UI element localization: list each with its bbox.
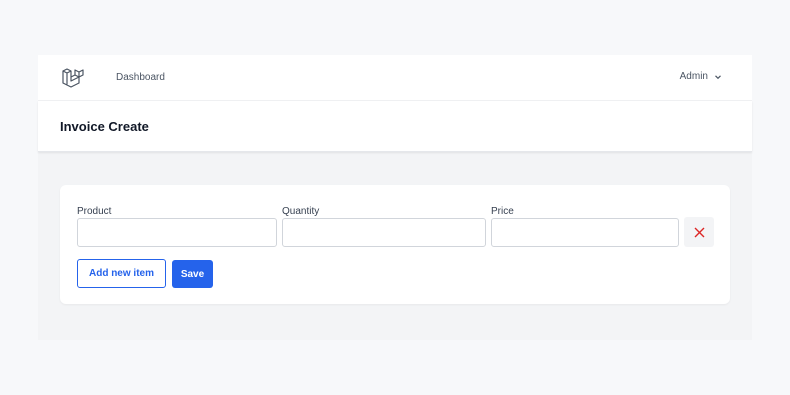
- add-new-item-button[interactable]: Add new item: [77, 259, 166, 288]
- app-container: Dashboard Admin Invoice Create Product Q…: [38, 55, 752, 340]
- chevron-down-icon: [715, 74, 721, 79]
- user-name: Admin: [679, 71, 708, 82]
- price-label: Price: [491, 206, 514, 217]
- page-title: Invoice Create: [60, 119, 149, 134]
- price-input[interactable]: [491, 218, 679, 247]
- product-input[interactable]: [77, 218, 277, 247]
- quantity-input[interactable]: [282, 218, 486, 247]
- page-header: Invoice Create: [38, 101, 752, 152]
- close-icon: [694, 227, 704, 237]
- remove-item-button[interactable]: [684, 217, 714, 247]
- save-button[interactable]: Save: [172, 260, 213, 288]
- product-label: Product: [77, 206, 112, 217]
- nav-link-dashboard[interactable]: Dashboard: [116, 72, 165, 83]
- top-nav: Dashboard Admin: [38, 55, 752, 101]
- laravel-logo-icon[interactable]: [61, 66, 85, 90]
- invoice-form-card: Product Quantity Price Add new item Save: [60, 185, 730, 304]
- user-menu[interactable]: Admin: [680, 71, 722, 82]
- quantity-label: Quantity: [282, 206, 320, 217]
